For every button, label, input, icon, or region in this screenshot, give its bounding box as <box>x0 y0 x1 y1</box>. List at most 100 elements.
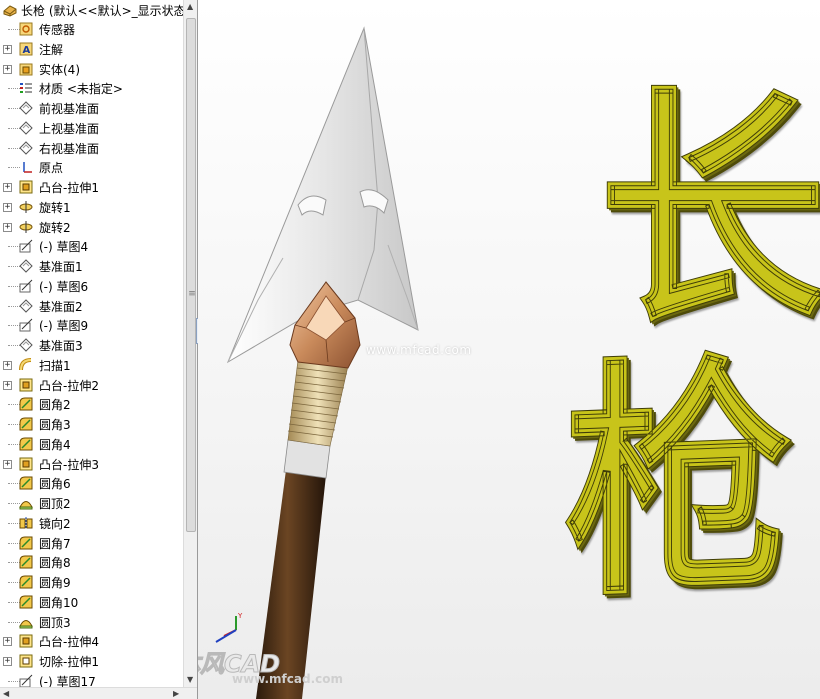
tree-item[interactable]: 圆角8 <box>0 553 183 572</box>
expand-icon[interactable]: + <box>3 64 12 74</box>
fillet-icon <box>18 396 34 412</box>
scroll-right-arrow-icon[interactable]: ▶ <box>173 689 179 698</box>
watermark-url: www.mfcad.com <box>232 672 343 686</box>
expand-icon[interactable]: + <box>3 222 12 232</box>
tree-item-label: 圆角7 <box>39 536 71 551</box>
tree-item[interactable]: 原点 <box>0 158 183 177</box>
tree-item[interactable]: (-) 草图6 <box>0 277 183 296</box>
scroll-down-arrow-icon[interactable]: ▼ <box>187 675 193 684</box>
tree-item-label: 镜向2 <box>39 516 71 531</box>
origin-icon <box>18 159 34 175</box>
tree-item[interactable]: (-) 草图9 <box>0 316 183 335</box>
expand-icon[interactable]: + <box>3 459 12 469</box>
tree-item[interactable]: 圆角3 <box>0 415 183 434</box>
tree-item[interactable]: 圆角6 <box>0 474 183 493</box>
annotation-icon: A <box>18 41 34 57</box>
tree-item[interactable]: (-) 草图4 <box>0 237 183 256</box>
tree-item[interactable]: 圆角10 <box>0 593 183 612</box>
tree-item[interactable]: 圆角2 <box>0 395 183 414</box>
tree-item[interactable]: + 实体(4) <box>0 60 183 79</box>
plane-icon <box>18 140 34 156</box>
scroll-left-arrow-icon[interactable]: ◀ <box>3 689 9 698</box>
tree-item[interactable]: 上视基准面 <box>0 119 183 138</box>
tree-item[interactable]: + 旋转1 <box>0 198 183 217</box>
tree-item[interactable]: + 凸台-拉伸4 <box>0 632 183 651</box>
expand-icon[interactable]: + <box>3 183 12 192</box>
tree-item[interactable]: 圆角9 <box>0 573 183 592</box>
fillet-icon <box>18 436 34 452</box>
tree-item[interactable]: + A 注解 <box>0 40 183 59</box>
dome-icon <box>18 614 34 630</box>
tree-item[interactable]: 圆角7 <box>0 534 183 553</box>
tree-item[interactable]: 传感器 <box>0 20 183 39</box>
title-character-chang: 长 <box>598 63 820 357</box>
sketch-icon <box>18 278 34 294</box>
plane-icon <box>18 298 34 314</box>
expand-icon[interactable]: + <box>3 44 12 54</box>
tree-item[interactable]: + 凸台-拉伸1 <box>0 178 183 197</box>
tree-item[interactable]: + 切除-拉伸1 <box>0 652 183 671</box>
svg-text:A: A <box>23 45 31 56</box>
expand-icon[interactable]: + <box>3 637 12 647</box>
tree-item-label: 圆角4 <box>39 437 71 452</box>
tree-item[interactable]: + 扫描1 <box>0 356 183 375</box>
tree-item[interactable]: 前视基准面 <box>0 99 183 118</box>
tree-item[interactable]: 基准面2 <box>0 297 183 316</box>
scroll-up-arrow-icon[interactable]: ▲ <box>187 2 193 11</box>
sketch-icon <box>18 238 34 254</box>
tree-item[interactable]: 右视基准面 <box>0 139 183 158</box>
tree-item-label: 旋转2 <box>39 220 71 235</box>
cut-extrude-icon <box>18 653 34 669</box>
tree-item-label: 凸台-拉伸1 <box>39 181 99 195</box>
fillet-icon <box>18 554 34 570</box>
tree-item-label: 圆顶2 <box>39 497 71 511</box>
tree-item-label: 凸台-拉伸2 <box>39 378 99 393</box>
tree-item-label: 圆角2 <box>39 398 71 413</box>
tree-item-label: 前视基准面 <box>39 102 100 116</box>
tree-item[interactable]: 圆角4 <box>0 435 183 454</box>
sketch-icon <box>18 317 34 333</box>
expand-icon[interactable]: + <box>3 202 12 212</box>
tree-root-label: 长枪 (默认<<默认>_显示状态 <box>21 3 183 18</box>
revolve-icon <box>18 219 34 235</box>
tree-item[interactable]: + 凸台-拉伸3 <box>0 455 183 474</box>
tree-item-label: (-) 草图4 <box>39 240 89 255</box>
graphics-viewport[interactable]: Y 长 枪 www.mfcad.com 沐风CAD www.mfcad.com <box>198 0 820 699</box>
boss-extrude-icon <box>18 179 34 195</box>
tree-item-label: 圆角3 <box>39 418 71 432</box>
tree-item[interactable]: 圆顶3 <box>0 613 183 632</box>
fillet-icon <box>18 594 34 610</box>
title-character-qiang: 枪 <box>563 328 794 632</box>
tree-item[interactable]: 镜向2 <box>0 514 183 533</box>
tree-item-label: 圆角9 <box>39 576 71 590</box>
coordinate-triad-icon: Y <box>215 612 243 643</box>
tree-item[interactable]: + 旋转2 <box>0 218 183 237</box>
tree-item-label: 基准面2 <box>39 299 83 314</box>
boss-extrude-icon <box>18 377 34 393</box>
tree-item[interactable]: 基准面3 <box>0 336 183 355</box>
scrollbar-thumb[interactable]: ≡ <box>186 18 196 532</box>
material-icon <box>18 80 34 96</box>
tree-item-label: 原点 <box>39 161 64 176</box>
watermark-center: www.mfcad.com <box>366 343 472 357</box>
plane-icon <box>18 120 34 136</box>
plane-icon <box>18 258 34 274</box>
fillet-icon <box>18 574 34 590</box>
tree-item[interactable]: + 凸台-拉伸2 <box>0 376 183 395</box>
part-icon <box>2 2 18 18</box>
tree-item-label: 右视基准面 <box>39 141 100 156</box>
tree-item-label: 圆角6 <box>39 477 71 492</box>
tree-item[interactable]: 材质 <未指定> <box>0 79 183 98</box>
tree-root-part[interactable]: 长枪 (默认<<默认>_显示状态 <box>0 0 183 20</box>
plane-icon <box>18 337 34 353</box>
horizontal-scrollbar[interactable]: ◀ ▶ <box>0 687 197 699</box>
expand-icon[interactable]: + <box>3 380 12 390</box>
tree-item-label: 圆顶3 <box>39 615 71 630</box>
sweep-icon <box>18 357 34 373</box>
tree-item[interactable]: 圆顶2 <box>0 494 183 513</box>
expand-icon[interactable]: + <box>3 657 12 666</box>
tree-item-label: (-) 草图9 <box>39 319 89 334</box>
tree-item[interactable]: 基准面1 <box>0 257 183 276</box>
expand-icon[interactable]: + <box>3 360 12 370</box>
fillet-icon <box>18 535 34 551</box>
